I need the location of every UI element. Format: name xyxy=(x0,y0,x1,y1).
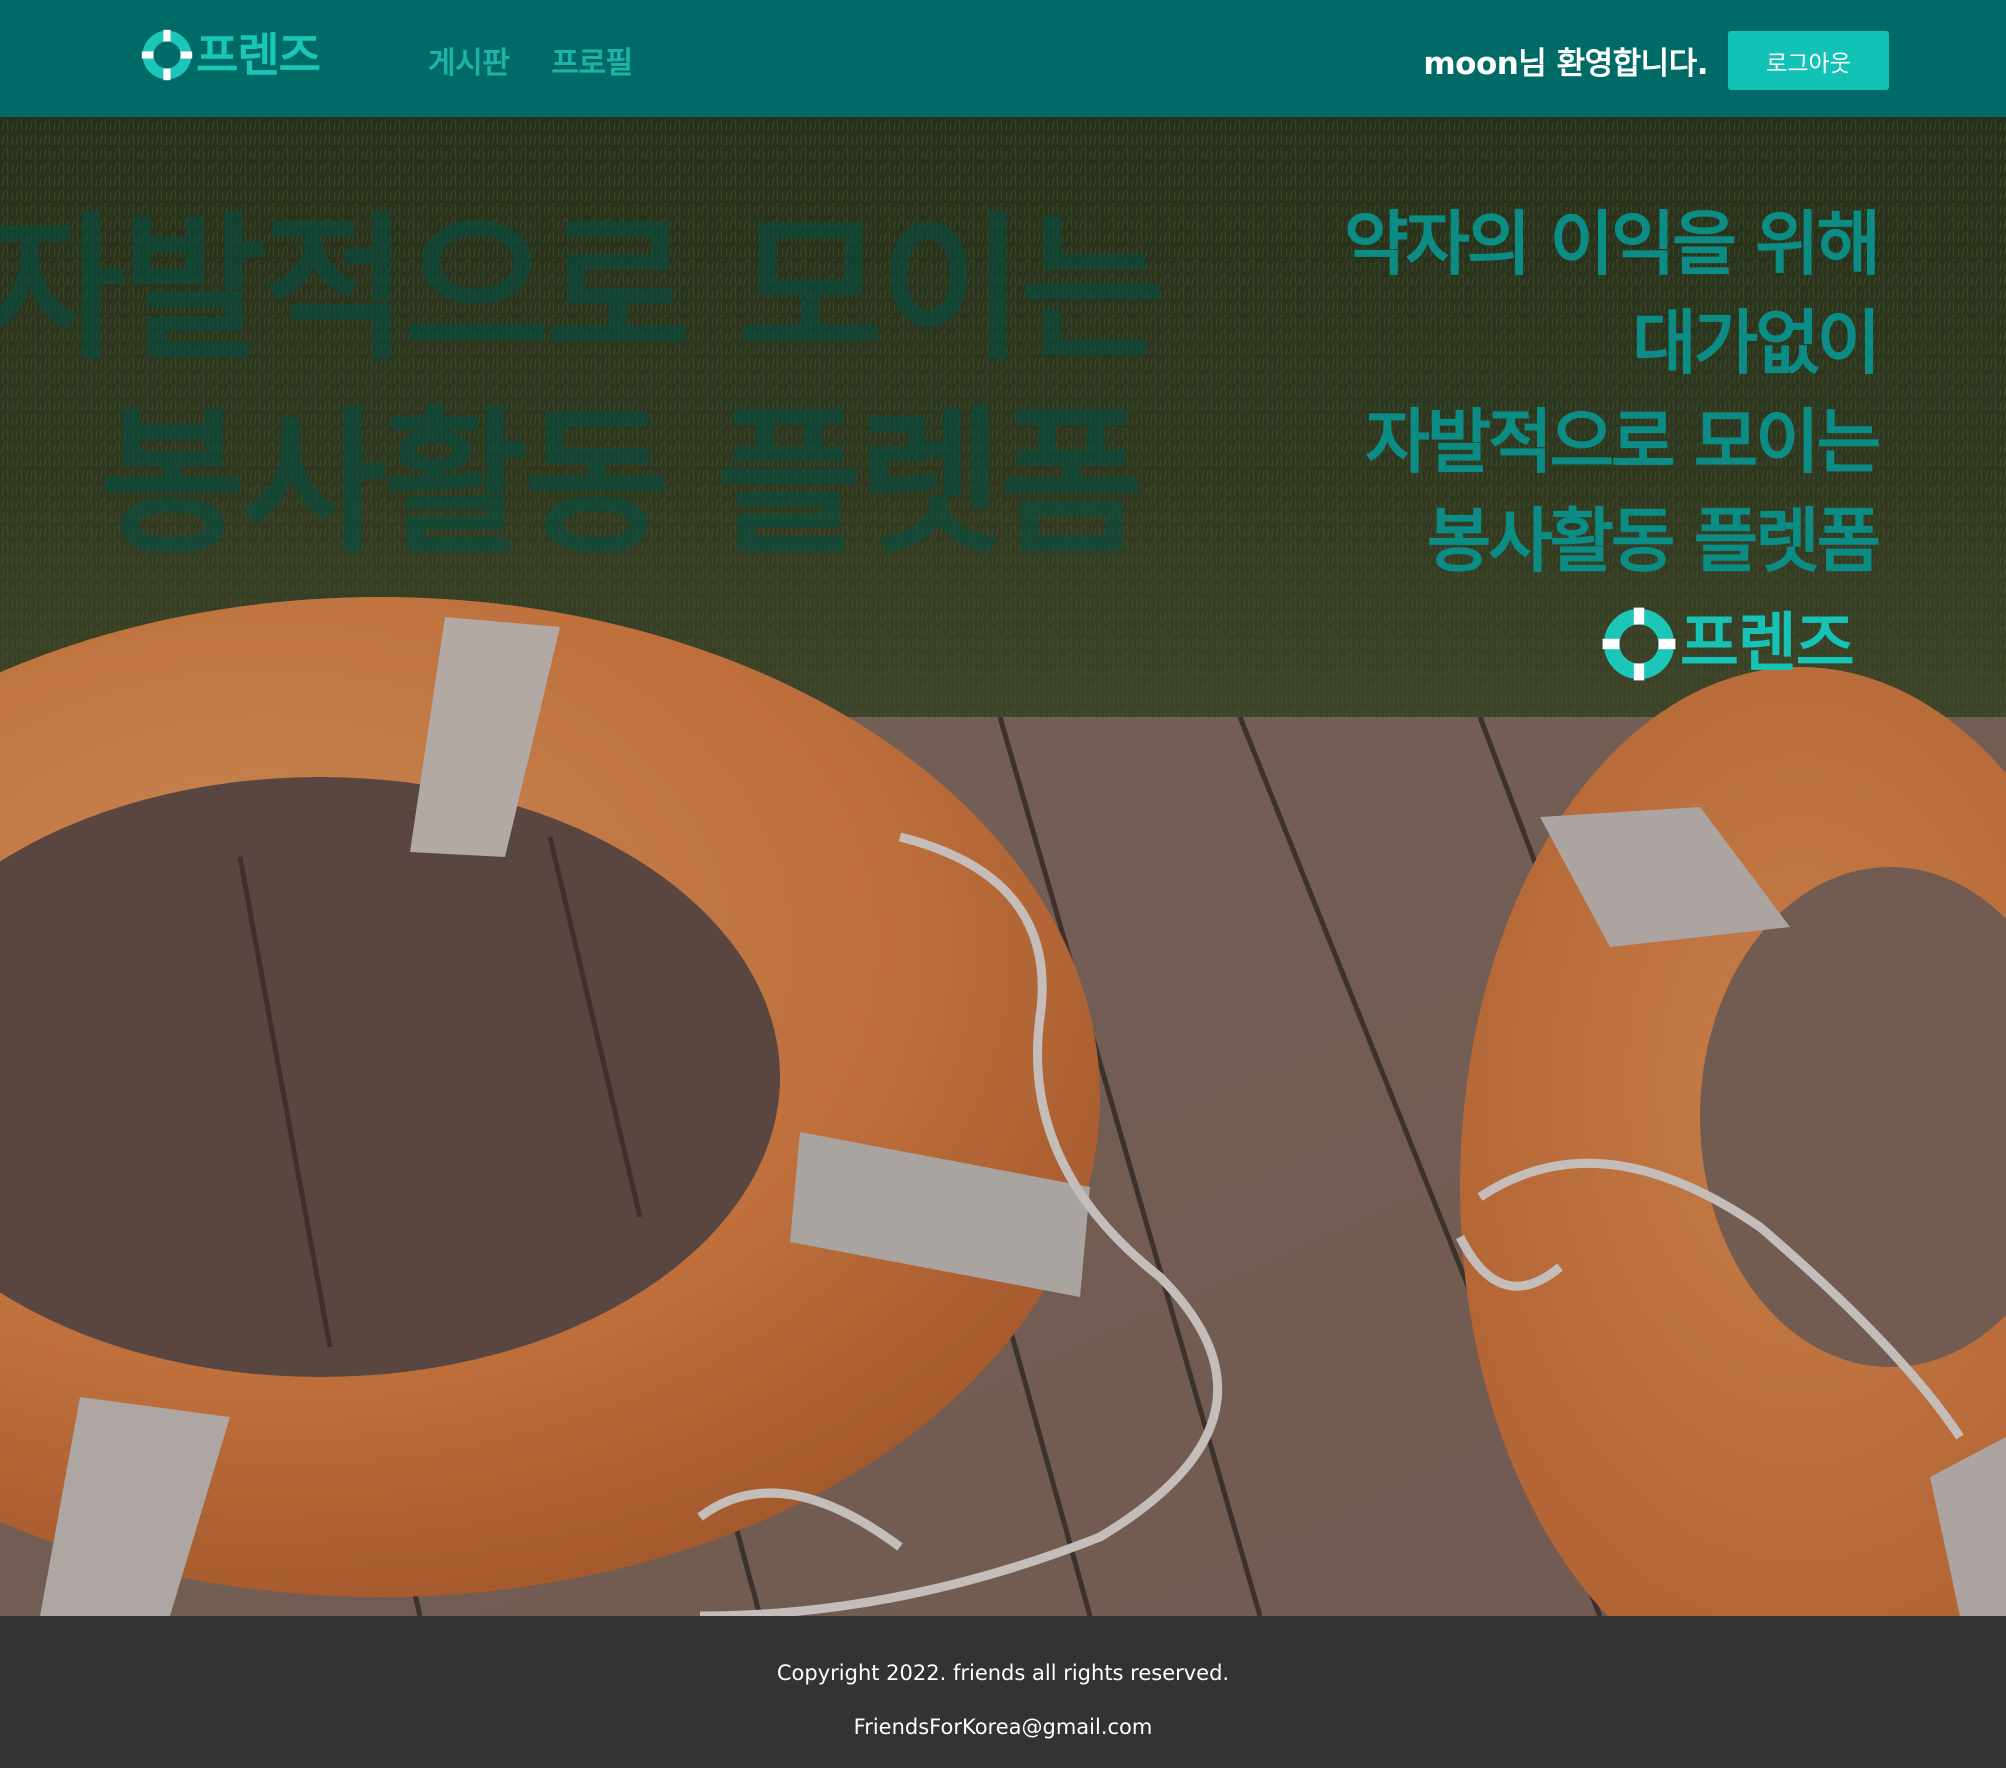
lifebuoy-logo-icon xyxy=(1602,607,1676,681)
tagline-line-3: 자발적으로 모이는 xyxy=(1365,401,1881,483)
hero-watermark-line-1: 자발적으로 모이는 xyxy=(0,198,1166,382)
tagline-line-2: 대가없이 xyxy=(1632,302,1881,384)
main-nav: 게시판 프로필 xyxy=(428,38,633,82)
brand-logo-text: 프렌즈 xyxy=(196,28,321,82)
hero-brand-logo-text: 프렌즈 xyxy=(1680,607,1855,681)
tagline-line-1: 약자의 이익을 위해 xyxy=(1344,203,1881,285)
welcome-message: moon님 환영합니다. xyxy=(1423,46,1708,82)
footer-email: FriendsForKorea@gmail.com xyxy=(853,1715,1153,1739)
hero-watermark-line-2: 봉사활동 플렛폼 xyxy=(100,392,1145,576)
lifebuoy-logo-icon xyxy=(141,29,193,81)
logout-button[interactable]: 로그아웃 xyxy=(1728,31,1889,90)
page-footer: Copyright 2022. friends all rights reser… xyxy=(0,1616,2006,1768)
hero-brand-logo: 프렌즈 xyxy=(1600,605,1855,683)
tagline-line-4: 봉사활동 플렛폼 xyxy=(1426,500,1881,582)
nav-profile-link[interactable]: 프로필 xyxy=(551,38,633,82)
footer-copyright: Copyright 2022. friends all rights reser… xyxy=(776,1661,1230,1685)
nav-board-link[interactable]: 게시판 xyxy=(428,38,510,82)
brand-logo[interactable]: 프렌즈 xyxy=(140,25,321,85)
hero-banner: 자발적으로 모이는 봉사활동 플렛폼 약자의 이익을 위해 대가없이 자발적으로… xyxy=(0,117,2006,1616)
hero-tagline: 약자의 이익을 위해 대가없이 자발적으로 모이는 봉사활동 플렛폼 xyxy=(1344,195,1881,591)
top-nav-bar: 프렌즈 게시판 프로필 moon님 환영합니다. 로그아웃 xyxy=(0,0,2006,117)
